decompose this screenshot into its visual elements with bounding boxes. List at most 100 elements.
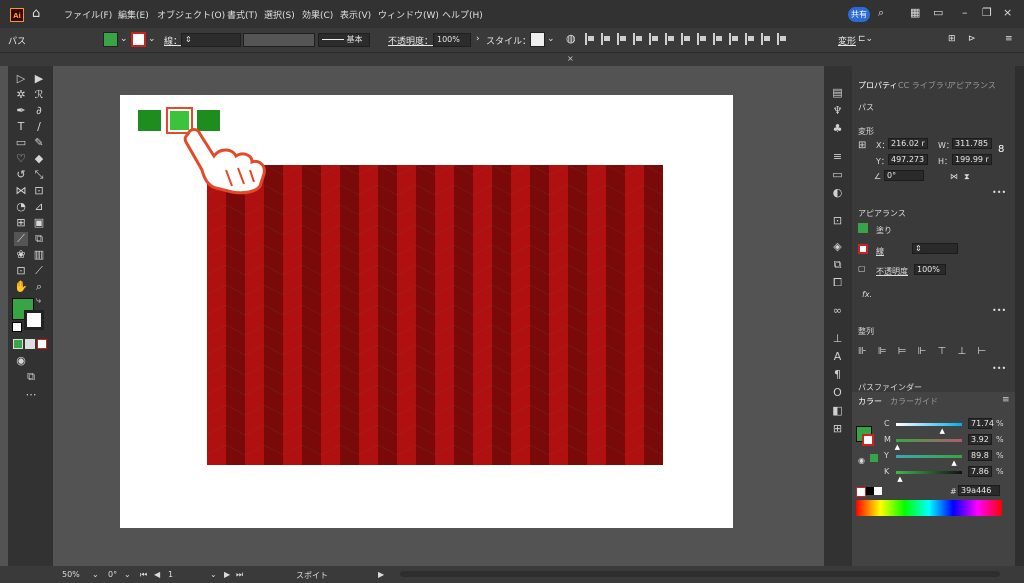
- recolor-icon[interactable]: ◍: [566, 32, 576, 45]
- tab-properties[interactable]: プロパティ: [858, 80, 898, 91]
- scale-tool-icon[interactable]: ⤡: [32, 168, 46, 182]
- draw-mode-icon[interactable]: ◉: [14, 354, 28, 368]
- stroke-style-field[interactable]: 基本: [318, 33, 370, 47]
- prev-artboard-icon[interactable]: ◀: [154, 570, 160, 579]
- c-slider-handle[interactable]: ▲: [940, 427, 945, 435]
- x-field[interactable]: 216.02 r: [888, 138, 928, 149]
- align-icon[interactable]: [697, 33, 707, 45]
- home-icon[interactable]: ⌂: [32, 6, 40, 21]
- search-icon[interactable]: ⌕: [878, 6, 884, 20]
- tab-color[interactable]: カラー: [858, 396, 882, 407]
- appearance-more[interactable]: •••: [992, 306, 1006, 315]
- gradient-panel-icon[interactable]: ▭: [831, 168, 844, 181]
- rotate-tool-icon[interactable]: ↺: [14, 168, 28, 182]
- web-safe-swatch[interactable]: [870, 454, 878, 462]
- symbol-sprayer-tool-icon[interactable]: ❀: [14, 248, 28, 262]
- align-icon[interactable]: [649, 33, 659, 45]
- stroke-panel-icon[interactable]: ≡: [831, 150, 844, 163]
- fx-button[interactable]: fx.: [862, 290, 872, 299]
- zoom-dropdown-icon[interactable]: ⌄: [92, 570, 99, 579]
- y-field[interactable]: 497.273: [888, 154, 928, 165]
- column-graph-tool-icon[interactable]: ▥: [32, 248, 46, 262]
- color-swatch-dark[interactable]: [138, 110, 161, 131]
- menu-help[interactable]: ヘルプ(H): [442, 8, 483, 21]
- align-icon[interactable]: [729, 33, 739, 45]
- align-icon[interactable]: [633, 33, 643, 45]
- color-panel-stroke[interactable]: [862, 434, 874, 446]
- white-swatch[interactable]: [874, 487, 882, 495]
- black-swatch[interactable]: [866, 487, 874, 495]
- swap-colors-icon[interactable]: ⤷: [36, 296, 41, 306]
- align-icon[interactable]: [713, 33, 723, 45]
- opacity-field[interactable]: 100%: [433, 33, 471, 47]
- eraser-tool-icon[interactable]: ◆: [32, 152, 46, 166]
- k-slider-handle[interactable]: ▲: [897, 475, 902, 483]
- layers-panel-icon[interactable]: ◈: [831, 240, 844, 253]
- shape-builder-tool-icon[interactable]: ◔: [14, 200, 28, 214]
- color-mode-icon[interactable]: [13, 339, 23, 349]
- share-button[interactable]: 共有: [848, 7, 870, 22]
- zoom-level[interactable]: 50%: [62, 570, 80, 579]
- links-panel-icon[interactable]: ∞: [831, 304, 844, 317]
- appearance-fill-swatch[interactable]: [858, 223, 868, 233]
- h-field[interactable]: 199.99 r: [952, 154, 992, 165]
- align-icon[interactable]: [745, 33, 755, 45]
- zoom-tool-icon[interactable]: ⌕: [32, 280, 46, 294]
- out-of-gamut-icon[interactable]: ◉: [858, 456, 865, 465]
- align-icon[interactable]: [617, 33, 627, 45]
- c-value-field[interactable]: 71.74: [968, 418, 994, 429]
- swatches-panel-icon[interactable]: ⊞: [831, 422, 844, 435]
- color-panel-menu-icon[interactable]: ≡: [1002, 395, 1010, 405]
- arrange-docs-icon[interactable]: ⊞: [948, 34, 956, 44]
- panel-scrollbar[interactable]: [1015, 66, 1024, 566]
- appearance-stroke-weight[interactable]: ⇕: [912, 243, 958, 254]
- free-transform-tool-icon[interactable]: ⊡: [32, 184, 46, 198]
- color-guide-panel-icon[interactable]: ◧: [831, 404, 844, 417]
- gradient-tool-icon[interactable]: ▣: [32, 216, 46, 230]
- menu-window[interactable]: ウィンドウ(W): [378, 8, 439, 21]
- selection-tool-icon[interactable]: ▷: [14, 72, 28, 86]
- tab-close-icon[interactable]: ×: [567, 54, 574, 63]
- align-icon[interactable]: [681, 33, 691, 45]
- m-slider-handle[interactable]: ▲: [895, 443, 900, 451]
- eyedropper-tool-icon[interactable]: ⟋: [14, 232, 28, 246]
- workspace-icon[interactable]: ▦: [910, 6, 920, 19]
- menu-file[interactable]: ファイル(F): [64, 8, 112, 21]
- artboard-dropdown-icon[interactable]: ⌄: [210, 570, 217, 579]
- align-icon[interactable]: [585, 33, 595, 45]
- pathfinder-panel-icon[interactable]: ⧠: [831, 276, 844, 289]
- align-panel-icon[interactable]: ⊥: [831, 332, 844, 345]
- rotation-dropdown-icon[interactable]: ⌄: [124, 570, 131, 579]
- stroke-color-box[interactable]: [24, 310, 44, 330]
- color-spectrum[interactable]: [856, 500, 1002, 516]
- m-value-field[interactable]: 3.92: [968, 434, 992, 445]
- panel-toggle-icon[interactable]: ⊳: [968, 34, 976, 44]
- align-icon[interactable]: [777, 33, 787, 45]
- minimize-icon[interactable]: –: [962, 6, 968, 19]
- line-tool-icon[interactable]: ∕: [32, 120, 46, 134]
- gradient-mode-icon[interactable]: [25, 339, 35, 349]
- hand-tool-icon[interactable]: ✋: [14, 280, 28, 294]
- rotation-value[interactable]: 0°: [108, 570, 117, 579]
- appearance-opacity-checkbox[interactable]: ▢: [858, 264, 866, 273]
- k-value-field[interactable]: 7.86: [968, 466, 992, 477]
- paragraph-panel-icon[interactable]: ¶: [831, 368, 844, 381]
- symbols-icon[interactable]: ♣: [831, 122, 844, 135]
- blend-tool-icon[interactable]: ⧉: [32, 232, 46, 246]
- m-slider[interactable]: [896, 439, 962, 442]
- y-slider[interactable]: [896, 455, 962, 458]
- artboards-panel-icon[interactable]: ⊡: [831, 214, 844, 227]
- menu-type[interactable]: 書式(T): [227, 8, 258, 21]
- libraries-icon[interactable]: ♆: [831, 104, 844, 117]
- angle-field[interactable]: 0°: [884, 170, 924, 181]
- appearance-stroke-swatch[interactable]: [858, 244, 868, 254]
- menu-edit[interactable]: 編集(E): [118, 8, 149, 21]
- rectangle-tool-icon[interactable]: ▭: [14, 136, 28, 150]
- pen-tool-icon[interactable]: ✒: [14, 104, 28, 118]
- close-icon[interactable]: ×: [1003, 6, 1012, 19]
- transform-more[interactable]: •••: [992, 188, 1006, 197]
- menu-view[interactable]: 表示(V): [340, 8, 371, 21]
- opentype-panel-icon[interactable]: O: [831, 386, 844, 399]
- shaper-tool-icon[interactable]: ♡: [14, 152, 28, 166]
- opacity-arrow-icon[interactable]: ›: [476, 34, 480, 44]
